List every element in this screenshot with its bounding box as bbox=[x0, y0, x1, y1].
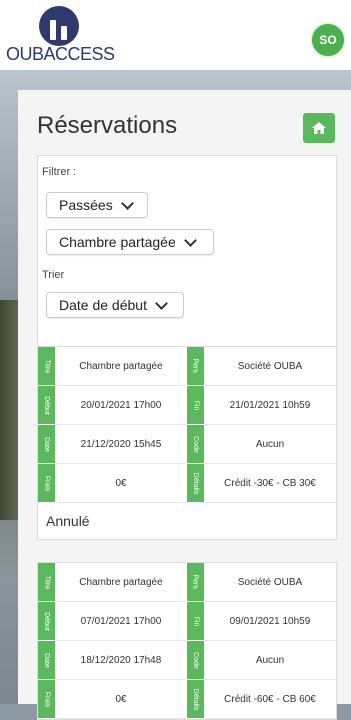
reservation-end: 21/01/2021 10h59 bbox=[204, 386, 336, 425]
tag-fees: Frais bbox=[38, 680, 55, 719]
sort-select[interactable]: Date de début bbox=[46, 292, 184, 318]
room-type-select-value: Chambre partagée bbox=[59, 234, 176, 250]
reservation-fees: 0€ bbox=[55, 464, 187, 503]
chevron-down-icon bbox=[120, 196, 134, 210]
logo-text: OUBACCESS bbox=[6, 44, 115, 64]
reservation-type: Chambre partagée bbox=[55, 563, 187, 602]
tag-code: Code bbox=[187, 641, 204, 680]
tag-details: Détails bbox=[187, 680, 204, 719]
reservation-date: 21/12/2020 15h45 bbox=[55, 425, 187, 464]
reservation-status: Annulé bbox=[46, 513, 90, 529]
page-title: Réservations bbox=[37, 112, 178, 139]
room-type-select[interactable]: Chambre partagée bbox=[46, 229, 214, 255]
period-select[interactable]: Passées bbox=[46, 192, 148, 218]
reservation-card[interactable]: Titre Chambre partagée Pers. Société OUB… bbox=[37, 562, 337, 720]
filter-label: Filtrer : bbox=[42, 166, 77, 178]
reservation-type: Chambre partagée bbox=[55, 347, 187, 386]
tag-type: Titre bbox=[38, 347, 55, 386]
reservation-code: Aucun bbox=[204, 425, 336, 464]
chevron-down-icon bbox=[183, 233, 197, 247]
tag-person: Pers. bbox=[187, 563, 204, 602]
tag-fees: Frais bbox=[38, 464, 55, 503]
tag-person: Pers. bbox=[187, 347, 204, 386]
tag-code: Code bbox=[187, 425, 204, 464]
reservations-panel: Réservations Filtrer : Passées Chambre p… bbox=[18, 90, 351, 720]
tag-details: Détails bbox=[187, 464, 204, 503]
reservation-end: 09/01/2021 10h59 bbox=[204, 602, 336, 641]
brand-logo[interactable]: OUBACCESS bbox=[6, 6, 126, 66]
tag-end: Fin bbox=[187, 602, 204, 641]
top-bar: OUBACCESS SO bbox=[0, 0, 351, 70]
period-select-value: Passées bbox=[59, 197, 113, 213]
reservation-start: 07/01/2021 17h00 bbox=[55, 602, 187, 641]
user-avatar[interactable]: SO bbox=[310, 22, 346, 58]
reservation-code: Aucun bbox=[204, 641, 336, 680]
reservation-person: Société OUBA bbox=[204, 563, 336, 602]
reservation-details: Crédit -60€ - CB 60€ bbox=[204, 680, 336, 719]
tag-start: Début bbox=[38, 386, 55, 425]
tag-type: Titre bbox=[38, 563, 55, 602]
sort-select-value: Date de début bbox=[59, 297, 147, 313]
reservation-fees: 0€ bbox=[55, 680, 187, 719]
tag-end: Fin bbox=[187, 386, 204, 425]
reservation-start: 20/01/2021 17h00 bbox=[55, 386, 187, 425]
sort-label: Trier bbox=[42, 269, 65, 281]
tag-start: Début bbox=[38, 602, 55, 641]
reservation-card[interactable]: Titre Chambre partagée Pers. Société OUB… bbox=[37, 346, 337, 540]
reservation-grid: Titre Chambre partagée Pers. Société OUB… bbox=[38, 347, 336, 503]
reservation-details: Crédit -30€ - CB 30€ bbox=[204, 464, 336, 503]
chevron-down-icon bbox=[155, 296, 168, 310]
reservation-person: Société OUBA bbox=[204, 347, 336, 386]
home-icon bbox=[312, 122, 326, 134]
reservation-grid: Titre Chambre partagée Pers. Société OUB… bbox=[38, 563, 336, 719]
home-button[interactable] bbox=[303, 113, 335, 143]
tag-date: Date bbox=[38, 641, 55, 680]
reservation-date: 18/12/2020 17h48 bbox=[55, 641, 187, 680]
tag-date: Date bbox=[38, 425, 55, 464]
logo-mark-icon bbox=[39, 6, 79, 46]
